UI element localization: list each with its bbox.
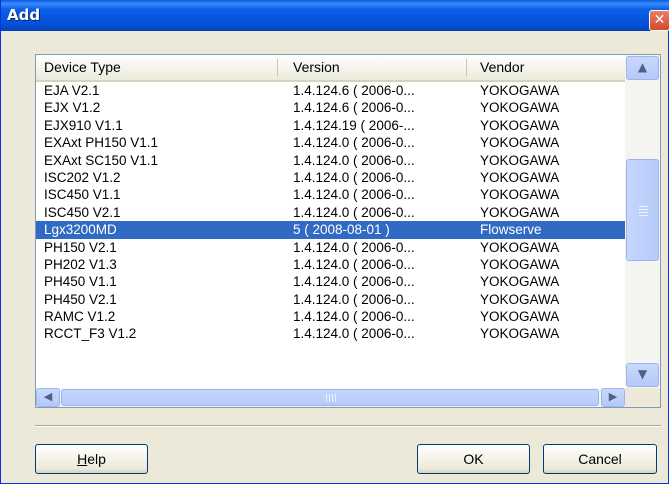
table-row[interactable]: RCCT_F3 V1.2 1.4.124.0 ( 2006-0... YOKOGAW… (36, 325, 625, 342)
version-cell: 1.4.124.0 ( 2006-0... (293, 309, 415, 325)
version-cell: 1.4.124.19 ( 2006-... (293, 117, 415, 133)
grip-line (326, 394, 327, 402)
vendor-cell: YOKOGAWA (480, 83, 560, 98)
version-cell: 1.4.124.0 ( 2006-0... (293, 169, 415, 185)
dialog-title: Add (7, 6, 41, 24)
list-header: Device Type Version Vendor (36, 55, 625, 82)
cancel-button[interactable]: Cancel (543, 444, 657, 474)
table-row[interactable]: ISC202 V1.2 1.4.124.0 ( 2006-0... YOKOGAWA (36, 169, 625, 186)
vertical-scroll-thumb[interactable] (626, 159, 659, 261)
column-header-version[interactable]: Version (293, 55, 463, 80)
version-cell: 1.4.124.0 ( 2006-0... (293, 152, 415, 168)
table-row[interactable]: EXAxt SC150 V1.1 1.4.124.0 ( 2006-0... YOK… (36, 152, 625, 169)
version-cell: 1.4.124.0 ( 2006-0... (293, 204, 415, 220)
separator-line (35, 425, 661, 427)
ok-button[interactable]: OK (417, 444, 530, 474)
column-header-device-type[interactable]: Device Type (44, 55, 276, 80)
vendor-cell: YOKOGAWA (480, 204, 560, 220)
vendor-cell: YOKOGAWA (480, 117, 560, 133)
table-row[interactable]: EJA V2.1 1.4.124.6 ( 2006-0... YOKOGAWA (36, 82, 625, 99)
horizontal-scroll-thumb[interactable] (61, 389, 599, 406)
device-type-cell: RAMC V1.2 (44, 309, 116, 325)
grip-line (639, 209, 648, 210)
add-dialog: Add ✕ Device Type Version Vendor EJA V2.… (0, 0, 669, 484)
version-cell: 1.4.124.0 ( 2006-0... (293, 291, 415, 307)
column-divider[interactable] (277, 59, 278, 76)
table-row[interactable]: Lgx3200MD 5 ( 2008-08-01 ) Flowserve (36, 221, 625, 239)
help-mnemonic: H (77, 451, 88, 467)
table-row[interactable]: ISC450 V2.1 1.4.124.0 ( 2006-0... YOKOGAWA (36, 204, 625, 221)
device-type-cell: PH150 V2.1 (44, 239, 117, 255)
device-type-cell: EJX V1.2 (44, 100, 101, 116)
help-button[interactable]: Help (35, 444, 148, 474)
horizontal-scrollbar[interactable]: ◀ ▶ (36, 388, 625, 407)
scroll-down-icon[interactable]: ▼ (626, 363, 659, 387)
column-header-vendor[interactable]: Vendor (480, 55, 620, 80)
vendor-cell: YOKOGAWA (480, 239, 560, 255)
version-cell: 1.4.124.0 ( 2006-0... (293, 135, 415, 151)
device-type-cell: EXAxt PH150 V1.1 (44, 135, 159, 151)
title-bar[interactable]: Add ✕ (1, 0, 669, 31)
table-row[interactable]: RAMC V1.2 1.4.124.0 ( 2006-0... YOKOGAWA (36, 308, 625, 325)
vendor-cell: YOKOGAWA (480, 274, 560, 290)
vendor-cell: YOKOGAWA (480, 187, 560, 203)
vendor-cell: YOKOGAWA (480, 100, 560, 116)
version-cell: 1.4.124.0 ( 2006-0... (293, 274, 415, 290)
device-type-cell: ISC450 V1.1 (44, 187, 121, 203)
vendor-cell: YOKOGAWA (480, 135, 560, 151)
table-row[interactable]: ISC450 V1.1 1.4.124.0 ( 2006-0... YOKOGAWA (36, 186, 625, 203)
table-row[interactable]: PH450 V2.1 1.4.124.0 ( 2006-0... YOKOGAWA (36, 291, 625, 308)
close-icon[interactable]: ✕ (649, 10, 669, 31)
device-list[interactable]: Device Type Version Vendor EJA V2.1 1.4.1… (35, 54, 661, 408)
version-cell: 5 ( 2008-08-01 ) (293, 222, 390, 238)
device-type-cell: EJX910 V1.1 (44, 117, 123, 133)
table-row[interactable]: PH150 V2.1 1.4.124.0 ( 2006-0... YOKOGAWA (36, 239, 625, 256)
version-cell: 1.4.124.0 ( 2006-0... (293, 239, 415, 255)
version-cell: 1.4.124.0 ( 2006-0... (293, 326, 415, 342)
scroll-right-icon[interactable]: ▶ (601, 388, 625, 407)
device-type-cell: EJA V2.1 (44, 83, 100, 98)
device-type-cell: Lgx3200MD (44, 222, 117, 238)
device-type-cell: RCCT_F3 V1.2 (44, 326, 137, 342)
scroll-up-icon[interactable]: ▲ (626, 56, 659, 80)
version-cell: 1.4.124.0 ( 2006-0... (293, 256, 415, 272)
grip-line (639, 212, 648, 213)
table-row[interactable]: EXAxt PH150 V1.1 1.4.124.0 ( 2006-0... YOK… (36, 134, 625, 151)
vendor-cell: YOKOGAWA (480, 152, 560, 168)
column-divider[interactable] (466, 59, 467, 76)
version-cell: 1.4.124.0 ( 2006-0... (293, 187, 415, 203)
vendor-cell: YOKOGAWA (480, 256, 560, 272)
vendor-cell: YOKOGAWA (480, 169, 560, 185)
device-type-cell: PH202 V1.3 (44, 256, 117, 272)
table-row[interactable]: EJX V1.2 1.4.124.6 ( 2006-0... YOKOGAWA (36, 99, 625, 116)
grip-line (329, 394, 330, 402)
table-row[interactable]: EJX910 V1.1 1.4.124.19 ( 2006-... YOKOGAWA (36, 117, 625, 134)
vertical-scrollbar[interactable]: ▲ ▼ (625, 55, 660, 388)
scrollbar-corner (625, 388, 660, 407)
device-type-cell: PH450 V1.1 (44, 274, 117, 290)
help-label: elp (87, 451, 106, 467)
vendor-cell: YOKOGAWA (480, 291, 560, 307)
version-cell: 1.4.124.6 ( 2006-0... (293, 83, 415, 98)
device-type-cell: EXAxt SC150 V1.1 (44, 152, 159, 168)
scroll-left-icon[interactable]: ◀ (36, 388, 60, 407)
version-cell: 1.4.124.6 ( 2006-0... (293, 100, 415, 116)
table-row[interactable]: PH450 V1.1 1.4.124.0 ( 2006-0... YOKOGAWA (36, 273, 625, 290)
vendor-cell: YOKOGAWA (480, 326, 560, 342)
grip-line (639, 206, 648, 207)
device-type-cell: ISC450 V2.1 (44, 204, 121, 220)
list-rows: EJA V2.1 1.4.124.6 ( 2006-0... YOKOGAWA EJX… (36, 82, 625, 343)
grip-line (335, 394, 336, 402)
vendor-cell: YOKOGAWA (480, 309, 560, 325)
table-row[interactable]: PH202 V1.3 1.4.124.0 ( 2006-0... YOKOGAWA (36, 256, 625, 273)
device-type-cell: PH450 V2.1 (44, 291, 117, 307)
grip-line (639, 215, 648, 216)
device-type-cell: ISC202 V1.2 (44, 169, 121, 185)
grip-line (332, 394, 333, 402)
vendor-cell: Flowserve (480, 222, 542, 238)
